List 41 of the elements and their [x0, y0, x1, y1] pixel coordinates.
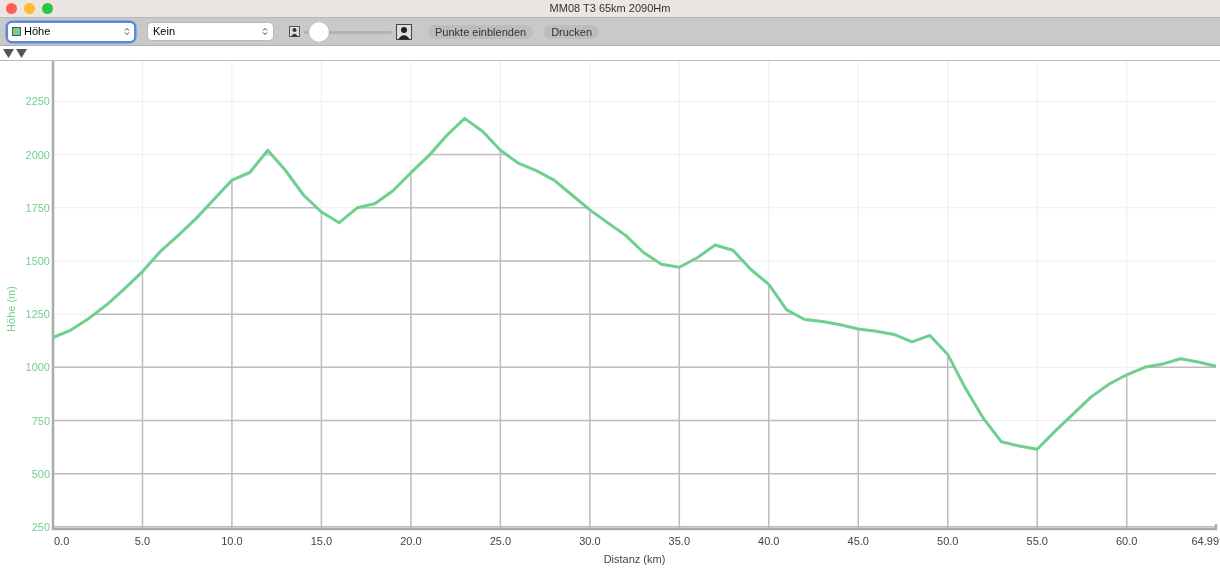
y-tick-label: 1250 [25, 308, 50, 321]
x-tick-label: 35.0 [668, 535, 691, 547]
zoom-slider[interactable] [304, 21, 392, 42]
toolbar-button[interactable]: Drucken [544, 24, 600, 39]
y-tick-label: 1750 [25, 201, 50, 214]
x-tick-label: 20.0 [400, 535, 422, 547]
series-select[interactable]: Höhe [8, 22, 134, 41]
x-tick-label: 60.0 [1116, 535, 1138, 547]
y-tick-label: 750 [31, 414, 50, 427]
x-tick-label: 50.0 [937, 535, 959, 547]
minimize-button[interactable] [24, 3, 35, 14]
person-large-icon [396, 23, 412, 40]
x-axis-title: Distanz (km) [603, 553, 666, 565]
person-small-icon [289, 26, 300, 37]
y-tick-label: 250 [31, 520, 50, 533]
marker-icon [3, 48, 14, 58]
updown-icon [262, 27, 268, 36]
y-tick-label: 2250 [25, 95, 50, 108]
marker-icon [16, 48, 27, 58]
y-tick-label: 1500 [25, 254, 50, 267]
x-tick-label: 0.0 [54, 535, 70, 547]
x-tick-label: 25.0 [489, 535, 512, 547]
y-axis-title: Höhe (m) [5, 286, 17, 332]
x-tick-label: 15.0 [310, 535, 333, 547]
x-tick-label: 64.99 [1191, 535, 1219, 547]
slider-thumb[interactable] [309, 21, 330, 42]
zoom-button[interactable] [42, 3, 53, 14]
x-tick-label: 55.0 [1026, 535, 1048, 547]
x-tick-label: 30.0 [579, 535, 601, 547]
y-tick-label: 1000 [25, 361, 50, 374]
compare-select[interactable]: Kein [148, 23, 273, 40]
x-tick-label: 5.0 [134, 535, 151, 547]
x-tick-label: 10.0 [221, 535, 243, 547]
y-tick-label: 2000 [25, 148, 50, 161]
close-button[interactable] [6, 3, 17, 14]
toolbar-button[interactable]: Punkte einblenden [428, 24, 534, 39]
window-title: MM08 T3 65km 2090Hm [549, 1, 671, 17]
updown-icon [124, 27, 130, 36]
x-tick-label: 45.0 [847, 535, 869, 547]
x-tick-label: 40.0 [758, 535, 780, 547]
y-tick-label: 500 [31, 467, 50, 480]
